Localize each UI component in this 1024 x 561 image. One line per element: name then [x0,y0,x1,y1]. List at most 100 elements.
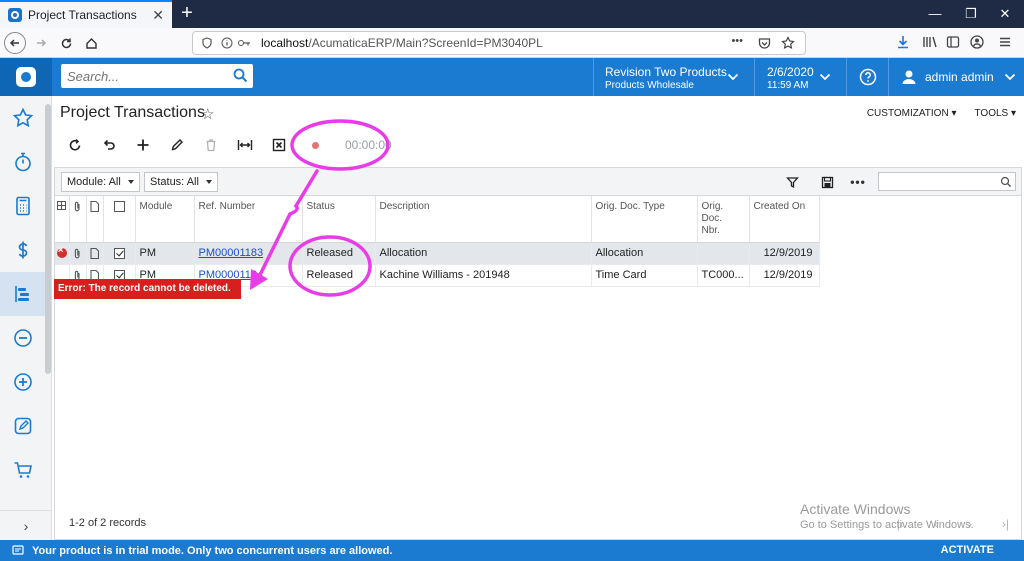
help-button[interactable] [847,58,889,96]
tab-close-icon[interactable]: ✕ [152,7,164,24]
tools-menu[interactable]: TOOLS ▾ [974,108,1016,119]
refresh-icon [69,138,81,151]
refresh-button[interactable] [58,133,92,157]
filter-icon[interactable] [783,173,801,191]
sidebar-item-payables[interactable] [0,316,46,360]
library-icon[interactable] [922,35,938,49]
error-icon [56,245,67,259]
row-notes-cell[interactable] [86,242,104,265]
bookmark-star-icon[interactable] [781,36,795,50]
table-row[interactable]: PM PM00001183 Released Allocation Alloca… [55,242,820,265]
undo-button[interactable] [92,133,126,157]
ref-number-link[interactable]: PM00001183 [199,247,264,259]
export-excel-button[interactable] [262,133,296,157]
plus-circle-icon [14,373,32,391]
activity-timer[interactable]: 00:00:00 [312,138,392,152]
grid-search-input[interactable] [879,173,1015,190]
close-window-icon[interactable]: ✕ [988,0,1022,28]
row-files-cell[interactable] [69,242,87,265]
last-page-icon[interactable]: ›| [1002,517,1009,531]
row-checkbox[interactable] [113,247,125,259]
hamburger-menu-icon[interactable] [998,35,1012,49]
reload-icon[interactable] [55,32,77,54]
column-header-status[interactable]: Status [302,196,376,243]
more-options-icon[interactable]: ••• [849,173,867,191]
column-header-module[interactable]: Module [135,196,195,243]
delete-button[interactable] [194,133,228,157]
sidebar-item-time[interactable] [0,140,46,184]
save-filter-icon[interactable] [818,173,836,191]
add-button[interactable] [126,133,160,157]
column-header-ref-number[interactable]: Ref. Number [194,196,303,243]
sidebar-item-sales-orders[interactable] [0,404,46,448]
app-header: Revision Two Products Products Wholesale… [0,58,1024,96]
page-actions-icon[interactable]: ••• [731,35,743,47]
undo-icon [103,139,115,150]
new-tab-button[interactable]: + [176,3,198,25]
search-icon[interactable] [1000,176,1012,188]
cell-orig-doc-type: Allocation [591,242,698,265]
site-permissions-icon [238,40,250,46]
forward-icon[interactable] [30,32,52,54]
column-header-created-on[interactable]: Created On [749,196,820,243]
acumatica-logo[interactable] [0,58,52,96]
restore-icon[interactable]: ❐ [954,0,988,28]
browser-tab[interactable]: Project Transactions ✕ [0,0,172,28]
sidebar-item-projects[interactable] [0,272,46,316]
row-error-indicator[interactable] [55,242,70,265]
sidebar-scrollbar[interactable] [45,104,51,374]
back-icon[interactable] [4,32,26,54]
top-links: CUSTOMIZATION ▾ TOOLS ▾ [867,108,1016,119]
cell-ref-number: PM00001183 [194,242,303,265]
timer-stop-icon [312,141,319,149]
note-icon [90,201,99,212]
column-header-orig-doc-type[interactable]: Orig. Doc. Type [591,196,698,243]
app-search-box[interactable] [61,64,253,88]
address-bar[interactable]: localhost/AcumaticaERP/Main?ScreenId=PM3… [192,31,806,55]
sidebar-item-banking[interactable] [0,228,46,272]
app-search-input[interactable] [61,64,253,88]
add-to-favorites-icon[interactable]: ☆ [201,105,214,123]
business-date-selector[interactable]: 2/6/2020 11:59 AM [755,58,847,96]
column-header-notes[interactable] [86,196,104,243]
cell-created-on: 12/9/2019 [749,264,820,287]
trash-icon [206,139,216,152]
business-time: 11:59 AM [767,80,809,91]
column-header-orig-doc-nbr[interactable]: Orig. Doc. Nbr. [697,196,750,243]
sidebar-toggle-icon[interactable] [946,35,960,49]
module-filter-dropdown[interactable]: Module: All [61,172,140,192]
activate-link[interactable]: ACTIVATE [941,544,994,556]
status-filter-dropdown[interactable]: Status: All [144,172,218,192]
column-header-activities[interactable] [55,196,70,243]
column-header-description[interactable]: Description [375,196,592,243]
column-header-files[interactable] [69,196,87,243]
home-icon[interactable] [80,32,102,54]
sidebar-item-receivables[interactable] [0,360,46,404]
user-menu[interactable]: admin admin [889,58,1024,96]
sidebar-item-purchases[interactable] [0,448,46,492]
download-icon[interactable] [896,35,910,49]
logo-icon [16,67,36,87]
row-select-cell[interactable] [103,242,136,265]
minimize-icon[interactable]: — [918,0,952,28]
sidebar-item-finance[interactable] [0,184,46,228]
cell-orig-doc-type: Time Card [591,264,698,287]
sidebar-item-favorites[interactable] [0,96,46,140]
toolbar: 00:00:00 [58,133,392,157]
cell-status: Released [302,264,376,287]
customization-menu[interactable]: CUSTOMIZATION ▾ [867,108,957,119]
sidebar-expand-button[interactable]: › [0,510,52,540]
edit-button[interactable] [160,133,194,157]
account-icon[interactable] [970,35,984,49]
fit-to-screen-button[interactable] [228,133,262,157]
search-icon[interactable] [233,68,248,83]
grid-search-box[interactable] [878,172,1016,191]
pencil-icon [171,139,183,151]
branch-selector[interactable]: Revision Two Products Products Wholesale [593,58,755,96]
column-header-select[interactable] [103,196,136,243]
error-tooltip: Error: The record cannot be deleted. [54,279,241,299]
select-all-checkbox[interactable] [113,201,125,212]
pocket-icon[interactable] [758,37,771,50]
note-icon [90,247,99,259]
edit-document-icon [14,417,32,435]
